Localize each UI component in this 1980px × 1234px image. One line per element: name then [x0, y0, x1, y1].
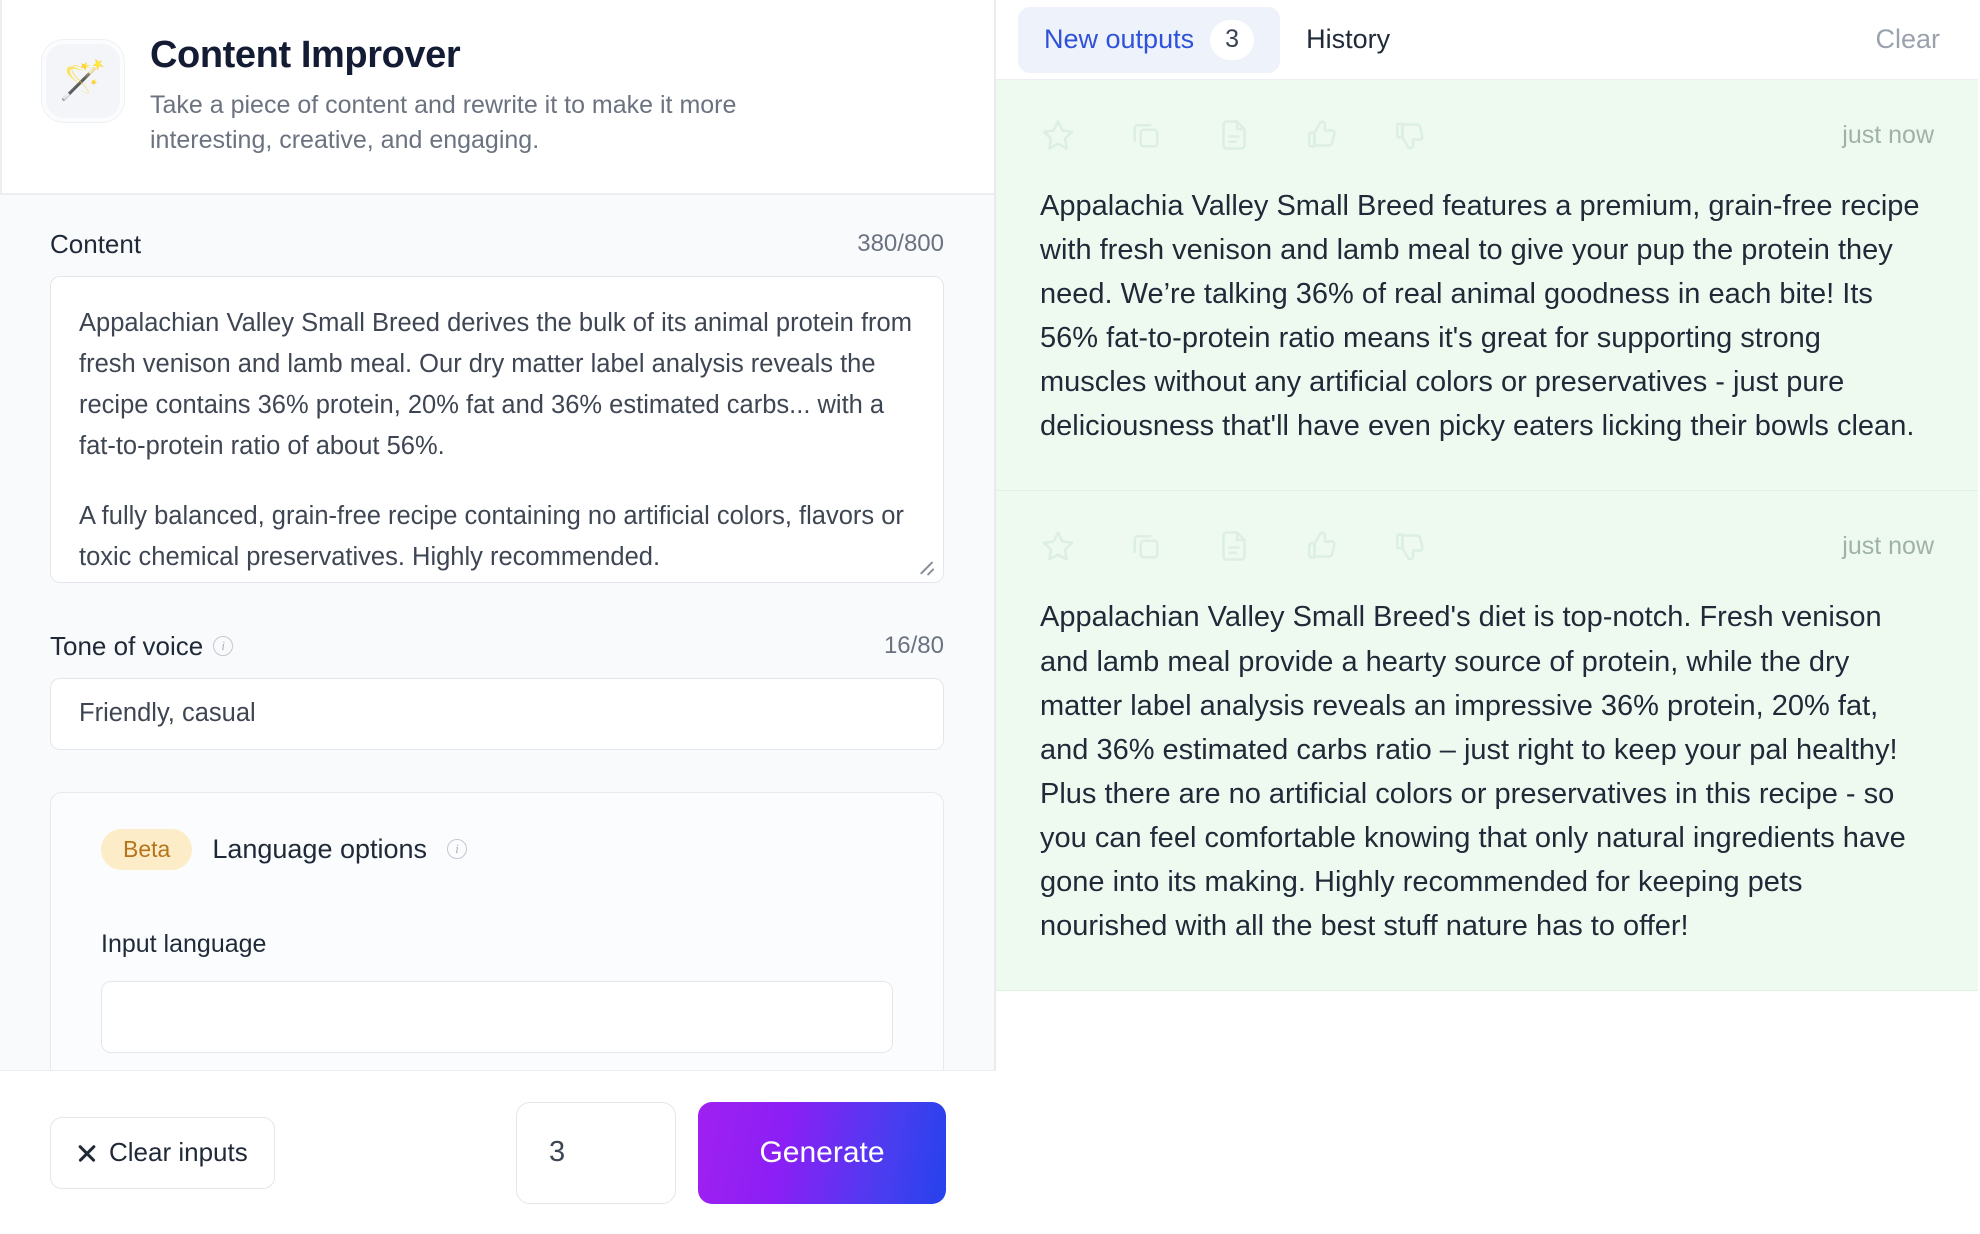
input-language-select[interactable] — [101, 980, 893, 1053]
tone-of-voice-input[interactable]: Friendly, casual — [50, 677, 944, 750]
output-actions: just now — [1040, 523, 1934, 569]
output-card: just now Appalachia Valley Small Breed f… — [996, 80, 1978, 492]
document-icon[interactable] — [1216, 117, 1252, 153]
tab-history-label: History — [1306, 24, 1391, 54]
generate-button[interactable]: Generate — [698, 1101, 946, 1204]
language-options-header: Beta Language options i — [51, 828, 943, 870]
tab-new-outputs[interactable]: New outputs 3 — [1018, 6, 1281, 73]
favorite-star-icon[interactable] — [1040, 528, 1076, 564]
output-count-input[interactable]: 3 — [516, 1101, 676, 1204]
info-icon[interactable]: i — [213, 636, 234, 657]
clear-inputs-button[interactable]: Clear inputs — [50, 1116, 275, 1189]
favorite-star-icon[interactable] — [1040, 117, 1076, 153]
content-textarea[interactable]: Appalachian Valley Small Breed derives t… — [50, 275, 944, 583]
tone-label-group: Tone of voice i — [50, 630, 234, 662]
tool-description: Take a piece of content and rewrite it t… — [150, 90, 737, 155]
tool-form-panel: 🪄 Content Improver Take a piece of conte… — [0, 0, 996, 1234]
content-counter: 380/800 — [857, 230, 944, 258]
thumbs-up-icon[interactable] — [1304, 117, 1340, 153]
clear-outputs-button[interactable]: Clear — [1875, 24, 1940, 55]
tone-label: Tone of voice — [50, 630, 204, 661]
clear-inputs-label: Clear inputs — [109, 1137, 248, 1167]
language-options-title: Language options — [212, 833, 428, 864]
thumbs-up-icon[interactable] — [1304, 528, 1340, 564]
footer-right-group: 3 Generate — [516, 1101, 946, 1204]
content-field-header: Content 380/800 — [50, 229, 944, 260]
info-icon[interactable]: i — [447, 839, 468, 860]
form-footer: Clear inputs 3 Generate — [0, 1070, 996, 1234]
outputs-header: New outputs 3 History Clear — [996, 0, 1978, 80]
outputs-list: just now Appalachia Valley Small Breed f… — [996, 80, 1978, 1234]
output-text: Appalachian Valley Small Breed's diet is… — [1040, 601, 1906, 943]
beta-badge: Beta — [101, 828, 193, 870]
content-label: Content — [50, 228, 142, 259]
app-root: 🪄 Content Improver Take a piece of conte… — [0, 0, 1980, 1234]
output-timestamp: just now — [1842, 531, 1934, 560]
magic-wand-icon: 🪄 — [42, 40, 124, 122]
content-paragraph-2: A fully balanced, grain-free recipe cont… — [79, 501, 904, 572]
tone-field-header: Tone of voice i 16/80 — [50, 631, 944, 662]
new-outputs-count-badge: 3 — [1210, 19, 1255, 60]
copy-icon[interactable] — [1128, 117, 1164, 153]
document-icon[interactable] — [1216, 528, 1252, 564]
output-text: Appalachia Valley Small Breed features a… — [1040, 190, 1920, 443]
tone-counter: 16/80 — [883, 632, 944, 660]
thumbs-down-icon[interactable] — [1392, 528, 1428, 564]
tool-header-text: Content Improver Take a piece of content… — [150, 34, 850, 159]
tab-new-outputs-label: New outputs — [1044, 24, 1195, 54]
tab-history[interactable]: History — [1280, 11, 1416, 68]
content-paragraph-1: Appalachian Valley Small Breed derives t… — [79, 308, 912, 461]
output-actions: just now — [1040, 112, 1934, 158]
tool-header: 🪄 Content Improver Take a piece of conte… — [0, 0, 994, 195]
page-title: Content Improver — [150, 34, 461, 76]
outputs-panel: New outputs 3 History Clear just now App… — [996, 0, 1978, 1234]
thumbs-down-icon[interactable] — [1392, 117, 1428, 153]
language-options-card: Beta Language options i Input language — [50, 791, 944, 1092]
output-card: just now Appalachian Valley Small Breed'… — [996, 491, 1978, 992]
copy-icon[interactable] — [1128, 528, 1164, 564]
close-x-icon — [77, 1143, 97, 1163]
output-timestamp: just now — [1842, 120, 1934, 149]
textarea-resize-handle[interactable] — [916, 556, 936, 576]
input-language-label: Input language — [101, 929, 267, 958]
